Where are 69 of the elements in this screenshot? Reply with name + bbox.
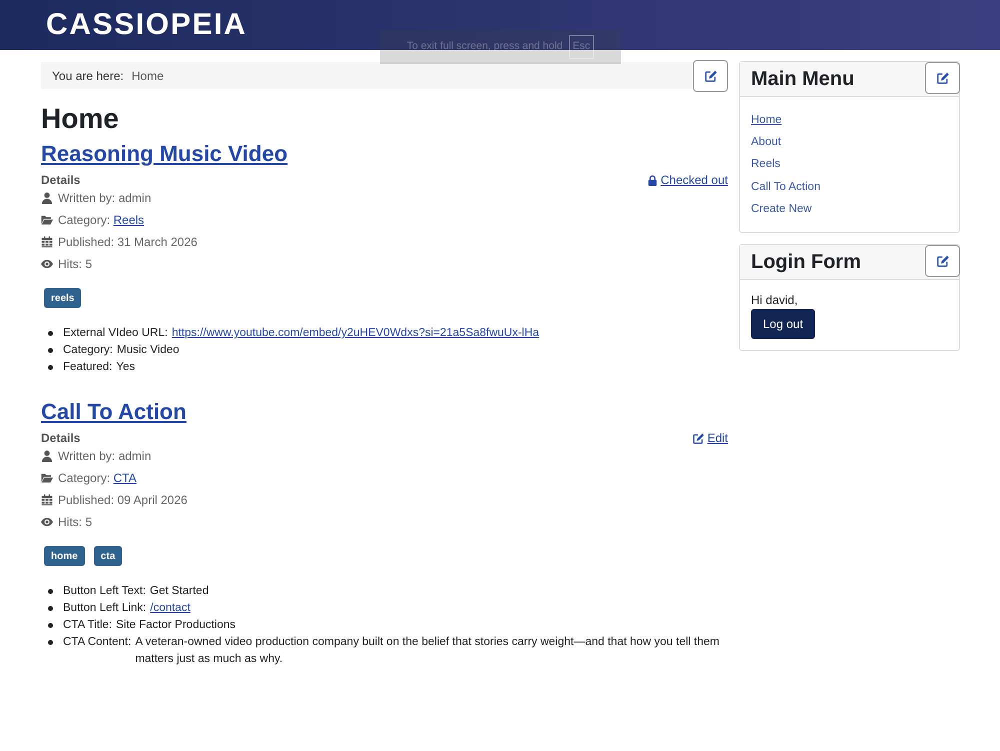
meta-text: Published: 31 March 2026: [58, 234, 198, 251]
folder-icon: [41, 472, 53, 484]
bullet-icon: [48, 365, 53, 370]
field-label: External VIdeo URL:: [63, 326, 168, 341]
field-value: Music Video: [116, 343, 180, 358]
article-title-link[interactable]: Reasoning Music Video: [41, 140, 288, 168]
checked-out-link[interactable]: Checked out: [646, 171, 728, 189]
details-label: Details: [41, 172, 80, 189]
module-title: Login Form: [751, 250, 861, 275]
eye-icon: [41, 516, 53, 528]
tag-link[interactable]: reels: [44, 288, 82, 308]
bullet-icon: [48, 331, 53, 336]
edit-icon: [936, 254, 948, 267]
category-link[interactable]: Reels: [113, 213, 144, 227]
log-out-button[interactable]: Log out: [751, 308, 816, 339]
menu-link[interactable]: About: [751, 131, 782, 154]
bullet-icon: [48, 348, 53, 353]
edit-icon: [936, 72, 948, 84]
meta-text: Category: Reels: [58, 212, 144, 229]
tag-link[interactable]: cta: [94, 546, 122, 566]
menu-link[interactable]: Call To Action: [751, 176, 820, 199]
breadcrumb-label: You are here:: [52, 68, 124, 84]
module-title: Main Menu: [751, 67, 854, 92]
edit-icon: [704, 70, 716, 82]
greeting-text: Hi david,: [751, 292, 798, 308]
bullet-icon: [48, 623, 53, 628]
meta-text: Hits: 5: [58, 256, 92, 273]
meta-text: Written by: admin: [58, 448, 152, 465]
user-icon: [41, 192, 53, 204]
details-label: Details: [41, 430, 80, 447]
lock-icon: [646, 174, 658, 186]
field-value: A veteran-owned video production company built on the belief that stories carry weight—and that how you tell them matters just as much as why.: [135, 635, 720, 667]
field-link[interactable]: https://www.youtube.com/embed/y2uHEV0Wdxs?si=21a5Sa8fwuUx-lHa: [172, 325, 540, 342]
tag-link[interactable]: home: [44, 546, 85, 566]
calendar-icon: [41, 236, 53, 248]
calendar-icon: [41, 494, 53, 506]
edit-module-button[interactable]: [925, 244, 960, 277]
edit-icon: [693, 432, 704, 444]
edit-link[interactable]: Edit: [693, 429, 728, 447]
field-value: Get Started: [150, 584, 210, 599]
menu-link[interactable]: Create New: [751, 198, 812, 221]
field-label: Button Left Text:: [63, 584, 146, 599]
field-link[interactable]: /contact: [150, 600, 190, 617]
category-link[interactable]: CTA: [113, 471, 136, 485]
field-label: Button Left Link:: [63, 601, 146, 616]
bullet-icon: [48, 640, 53, 645]
page-title: Home: [41, 102, 120, 136]
edit-module-button[interactable]: [693, 60, 728, 92]
meta-text: Hits: 5: [58, 514, 92, 531]
menu-link[interactable]: Home: [751, 109, 782, 132]
meta-text: Written by: admin: [58, 190, 152, 207]
menu-link[interactable]: Reels: [751, 154, 780, 176]
meta-text: Published: 09 April 2026: [58, 492, 188, 509]
field-value: Site Factor Productions: [116, 618, 237, 633]
field-label: CTA Title:: [63, 618, 112, 633]
field-value: Yes: [116, 360, 136, 375]
field-label: Featured:: [63, 360, 112, 375]
meta-text: Category: CTA: [58, 470, 136, 487]
site-logo: CASSIOPEIA: [46, 10, 248, 40]
breadcrumb-link[interactable]: Home: [132, 66, 164, 84]
user-icon: [41, 450, 53, 462]
field-label: CTA Content:: [63, 635, 132, 650]
article-title-link[interactable]: Call To Action: [41, 398, 186, 426]
field-label: Category:: [63, 343, 113, 358]
bullet-icon: [48, 589, 53, 594]
edit-module-button[interactable]: [925, 62, 960, 94]
bullet-icon: [48, 606, 53, 611]
folder-icon: [41, 214, 53, 226]
eye-icon: [41, 258, 53, 270]
